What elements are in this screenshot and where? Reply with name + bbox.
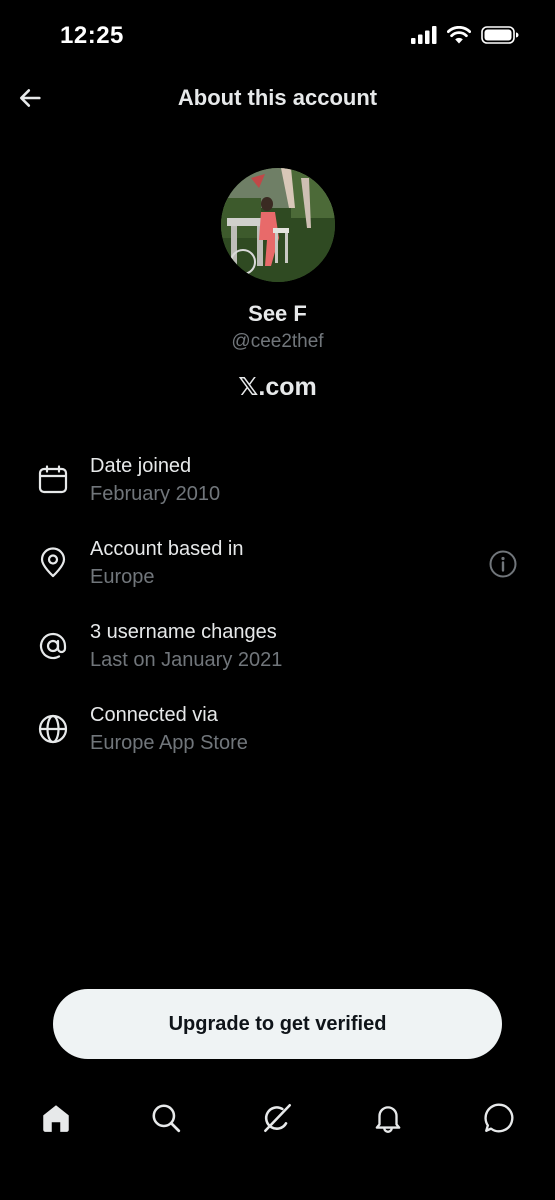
page-title: About this account xyxy=(177,85,378,110)
brand-label: 𝕏.com xyxy=(238,373,317,401)
info-title: Date joined xyxy=(90,455,192,477)
user-handle: @cee2thef xyxy=(231,331,324,352)
display-name: See F xyxy=(248,301,307,326)
info-subtitle: Europe xyxy=(90,566,155,588)
location-pin-icon xyxy=(40,547,66,578)
status-icons xyxy=(411,26,519,44)
info-row-connected-via: Connected via Europe App Store xyxy=(0,699,555,782)
info-row-account-based-in: Account based in Europe xyxy=(0,533,555,616)
upgrade-button[interactable]: Upgrade to get verified xyxy=(53,989,502,1059)
battery-icon xyxy=(481,26,519,44)
messages-icon xyxy=(484,1103,514,1133)
info-title: Account based in xyxy=(90,538,244,560)
calendar-icon xyxy=(38,465,68,494)
globe-icon xyxy=(38,714,68,744)
at-sign-icon xyxy=(39,632,67,660)
wifi-icon xyxy=(447,26,471,44)
home-icon xyxy=(43,1105,69,1132)
tab-search[interactable] xyxy=(146,1098,186,1138)
info-row-date-joined: Date joined February 2010 xyxy=(0,450,555,533)
tab-home[interactable] xyxy=(36,1098,76,1138)
profile-section: See F @cee2thef 𝕏.com xyxy=(0,168,555,402)
notifications-bell-icon xyxy=(375,1106,401,1133)
grok-icon xyxy=(264,1103,292,1133)
info-subtitle: February 2010 xyxy=(90,483,221,505)
tab-messages[interactable] xyxy=(479,1098,519,1138)
info-subtitle: Last on January 2021 xyxy=(90,649,283,671)
tab-notifications[interactable] xyxy=(368,1098,408,1138)
search-icon xyxy=(152,1104,181,1133)
info-subtitle: Europe App Store xyxy=(90,732,248,754)
status-bar: 12:25 xyxy=(0,0,555,72)
cellular-signal-icon xyxy=(411,26,437,44)
account-info-list: Date joined February 2010 Account based … xyxy=(0,450,555,782)
info-row-username-changes: 3 username changes Last on January 2021 xyxy=(0,616,555,699)
tab-grok[interactable] xyxy=(257,1098,297,1138)
info-icon[interactable] xyxy=(488,549,518,579)
bottom-tab-bar xyxy=(0,1088,555,1148)
status-time: 12:25 xyxy=(60,22,124,49)
header: About this account xyxy=(0,72,555,128)
avatar-image xyxy=(220,168,335,282)
info-title: Connected via xyxy=(90,704,218,726)
info-title: 3 username changes xyxy=(90,621,277,643)
avatar[interactable] xyxy=(220,168,335,282)
